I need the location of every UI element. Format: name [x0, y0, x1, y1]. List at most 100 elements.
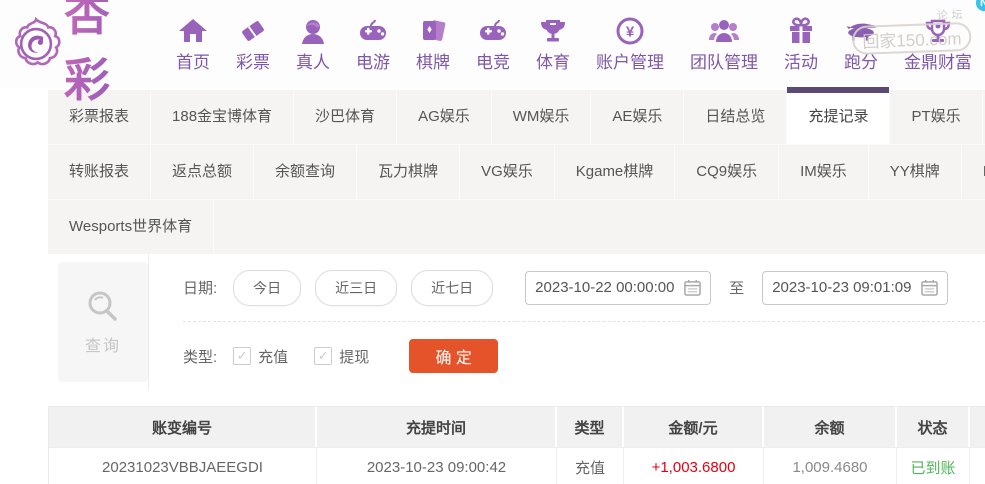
- tab-row-2: 转账报表 返点总额 余额查询 瓦力棋牌 VG娱乐 Kgame棋牌 CQ9娱乐 I…: [48, 144, 985, 199]
- watermark-main-text: 回家150.com: [851, 21, 972, 56]
- date-label: 日期:: [183, 280, 218, 297]
- tab-yy-chess[interactable]: YY棋牌: [869, 145, 962, 199]
- nav-account-mgmt[interactable]: ¥ 账户管理: [583, 15, 677, 73]
- date-from-input[interactable]: 2023-10-22 00:00:00: [525, 270, 712, 305]
- nav-label: 真人: [296, 53, 330, 72]
- tab-wm[interactable]: WM娱乐: [492, 90, 592, 144]
- query-panel: 查询 日期: 今日 近三日 近七日 2023-10-22 00:00:00 至: [48, 254, 985, 390]
- nav-label: 活动: [784, 53, 818, 72]
- nav-live[interactable]: N 真人: [283, 0, 985, 73]
- type-label: 类型:: [183, 348, 218, 366]
- logo-flower-icon: [14, 16, 61, 66]
- confirm-button[interactable]: 确 定: [409, 339, 499, 373]
- query-form: 日期: 今日 近三日 近七日 2023-10-22 00:00:00 至 202…: [148, 254, 985, 390]
- header-status: 状态: [897, 407, 970, 447]
- type-filter-row: 类型: ✓ 充值 ✓ 提现 确 定: [183, 322, 985, 390]
- tab-lottery-report[interactable]: 彩票报表: [48, 90, 152, 144]
- check-icon: ✓: [236, 348, 248, 363]
- tab-daily-summary[interactable]: 日结总览: [684, 90, 788, 144]
- tab-balance-query[interactable]: 余额查询: [254, 145, 358, 199]
- header-balance: 余额: [764, 407, 897, 447]
- tab-transfer-report[interactable]: 转账报表: [48, 145, 152, 199]
- tab-vg[interactable]: VG娱乐: [460, 145, 555, 199]
- cell-amount: +1,003.6800: [624, 447, 764, 484]
- trophy-icon: [541, 20, 565, 42]
- table-row: 20231023VBBJAEEGDI 2023-10-23 09:00:42 充…: [49, 447, 985, 484]
- tab-row-3: Wesports世界体育: [48, 199, 985, 254]
- gift-icon: [790, 17, 812, 43]
- esports-gamepad-icon: [480, 19, 506, 40]
- quick-7days-button[interactable]: 近七日: [411, 269, 494, 306]
- cell-balance: 1,009.4680: [764, 447, 897, 484]
- home-icon: [179, 19, 207, 42]
- search-icon: [88, 291, 117, 321]
- withdraw-checkbox[interactable]: ✓: [314, 347, 333, 365]
- cell-time: 2023-10-23 09:00:42: [317, 447, 557, 484]
- yuan-coin-icon: ¥: [616, 17, 644, 45]
- header-time: 充提时间: [317, 407, 557, 447]
- nav-cards[interactable]: 棋牌: [403, 15, 463, 73]
- tab-cq9[interactable]: CQ9娱乐: [675, 145, 780, 199]
- withdraw-checkbox-label: 提现: [339, 348, 370, 366]
- nav-esports[interactable]: 电竞: [463, 15, 523, 73]
- nav-team-mgmt[interactable]: 团队管理: [677, 15, 771, 73]
- cell-account-change-id: 20231023VBBJAEEGDI: [49, 447, 317, 484]
- date-to-value: 2023-10-23 09:01:09: [772, 279, 912, 296]
- top-header: 杏彩 首页 彩票 N 真人: [0, 0, 985, 106]
- calendar-icon: [684, 279, 701, 296]
- gamepad-icon: [360, 19, 386, 40]
- date-from-value: 2023-10-22 00:00:00: [535, 279, 675, 296]
- nav-label: 电游: [356, 53, 390, 72]
- tab-ag[interactable]: AG娱乐: [397, 90, 492, 144]
- nav-label: 电竞: [476, 53, 510, 72]
- calendar-icon: [921, 279, 938, 296]
- quick-today-button[interactable]: 今日: [233, 269, 302, 306]
- header-account-change-id: 账变编号: [49, 407, 317, 447]
- nav-label: 体育: [536, 53, 570, 72]
- cell-extra-clipped: [970, 447, 985, 484]
- deposit-checkbox-label: 充值: [258, 348, 289, 366]
- cell-status: 已到账: [897, 447, 970, 484]
- badge-n: N: [976, 0, 985, 11]
- nav-label: 首页: [176, 53, 210, 72]
- to-label: 至: [729, 280, 745, 297]
- date-filter-row: 日期: 今日 近三日 近七日 2023-10-22 00:00:00 至 202…: [183, 254, 985, 322]
- check-icon: ✓: [317, 348, 329, 363]
- tab-wesports[interactable]: Wesports世界体育: [48, 200, 215, 254]
- svg-text:¥: ¥: [626, 24, 635, 41]
- tab-ae[interactable]: AE娱乐: [591, 90, 685, 144]
- nav-egames[interactable]: H 电游: [343, 0, 985, 73]
- deposit-checkbox-group[interactable]: ✓ 充值: [233, 346, 288, 367]
- tab-saba-sports[interactable]: 沙巴体育: [294, 90, 398, 144]
- records-table: 账变编号 充提时间 类型 金额/元 余额 状态 20231023VBBJAEEG…: [48, 406, 985, 484]
- header-extra-clipped: [970, 407, 985, 447]
- tab-rebate-total[interactable]: 返点总额: [151, 145, 255, 199]
- withdraw-checkbox-group[interactable]: ✓ 提现: [314, 346, 369, 367]
- cell-type: 充值: [557, 447, 624, 484]
- query-side-label: 查询: [84, 338, 121, 355]
- header-type: 类型: [557, 407, 624, 447]
- watermark: 论坛 回家150.com: [851, 6, 972, 56]
- date-to-input[interactable]: 2023-10-23 09:01:09: [762, 270, 949, 305]
- deposit-checkbox[interactable]: ✓: [233, 347, 252, 365]
- live-person-icon: [302, 20, 324, 44]
- nav-label: 棋牌: [416, 53, 450, 72]
- tab-im[interactable]: IM娱乐: [779, 145, 869, 199]
- team-group-icon: [709, 20, 739, 42]
- tab-row-1: 彩票报表 188金宝博体育 沙巴体育 AG娱乐 WM娱乐 AE娱乐 日结总览 充…: [48, 87, 985, 144]
- tab-fb-sports[interactable]: FB体育: [962, 145, 985, 199]
- nav-label: 彩票: [236, 53, 270, 72]
- nav-activity[interactable]: 活动: [771, 15, 831, 73]
- tab-deposit-withdraw-records[interactable]: 充提记录: [787, 87, 891, 144]
- quick-3days-button[interactable]: 近三日: [315, 269, 398, 306]
- tab-188-sports[interactable]: 188金宝博体育: [151, 90, 295, 144]
- nav-home[interactable]: 首页: [163, 15, 223, 73]
- nav-label: 账户管理: [596, 53, 664, 72]
- tab-wali-chess[interactable]: 瓦力棋牌: [357, 145, 461, 199]
- tab-kgame[interactable]: Kgame棋牌: [555, 145, 676, 199]
- cards-icon: [423, 20, 446, 41]
- nav-sports[interactable]: N 体育: [523, 0, 985, 73]
- nav-lottery[interactable]: 彩票: [223, 15, 283, 73]
- tab-pt[interactable]: PT娱乐: [890, 90, 983, 144]
- report-tab-strip: 彩票报表 188金宝博体育 沙巴体育 AG娱乐 WM娱乐 AE娱乐 日结总览 充…: [48, 87, 985, 254]
